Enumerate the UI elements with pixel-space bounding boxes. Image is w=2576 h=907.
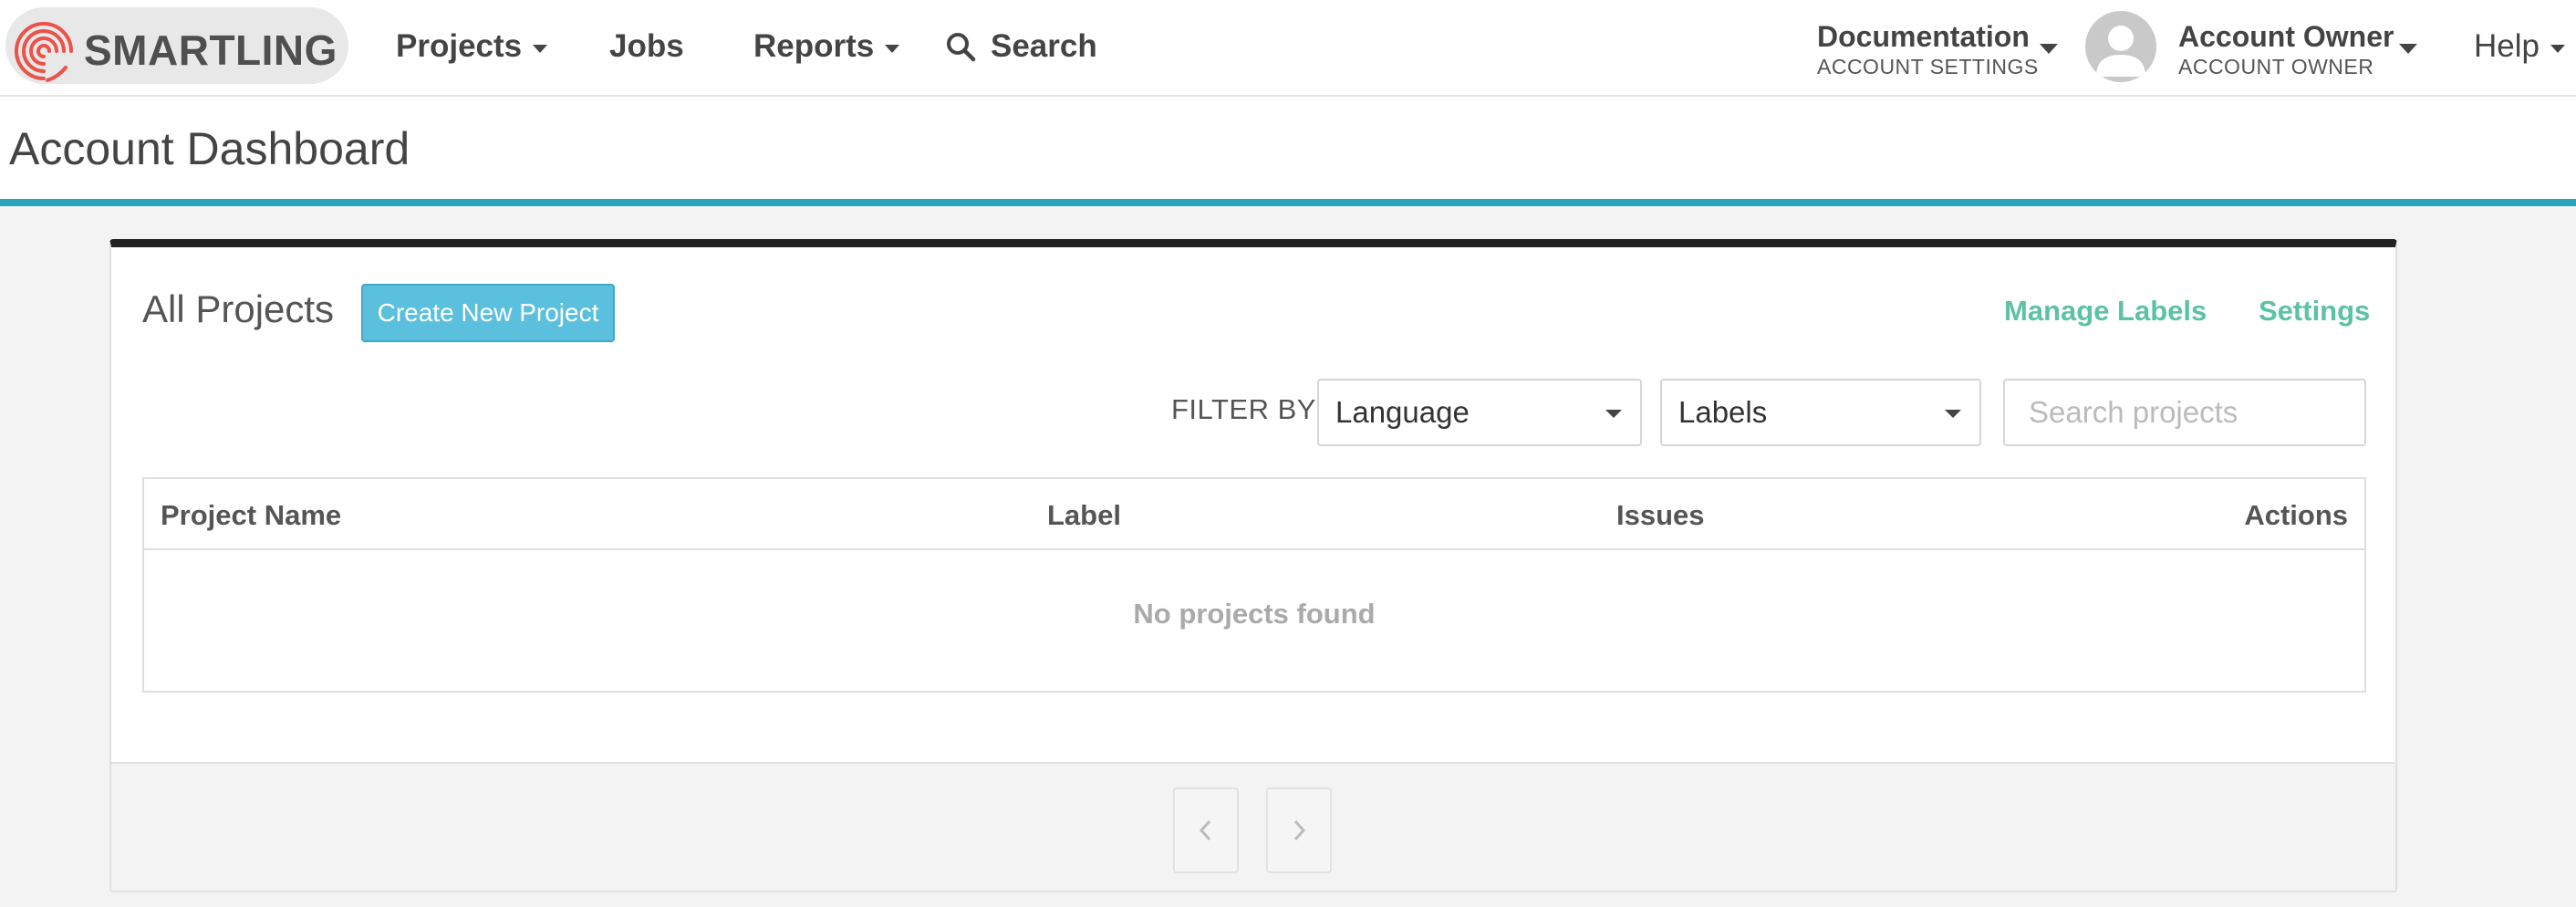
settings-link[interactable]: Settings [2259, 295, 2370, 328]
all-projects-card: All Projects Create New Project Manage L… [109, 239, 2397, 892]
search-projects-input[interactable] [2003, 379, 2366, 446]
smartling-logo-icon [15, 22, 73, 82]
nav-search[interactable]: Search [945, 26, 1097, 68]
pagination-bar [111, 762, 2395, 891]
smartling-logo[interactable]: SMARTLING [5, 7, 348, 84]
chevron-down-icon [1945, 410, 1961, 418]
search-icon [947, 33, 976, 62]
nav-projects[interactable]: Projects [396, 26, 548, 68]
chevron-down-icon [885, 44, 900, 53]
card-title: All Projects [142, 287, 335, 330]
filter-by-label: FILTER BY [1171, 393, 1316, 425]
account-settings-label: ACCOUNT SETTINGS [1817, 55, 2039, 78]
column-project-name[interactable]: Project Name [161, 499, 341, 532]
chevron-left-icon [1199, 819, 1211, 841]
next-page-button[interactable] [1266, 787, 1332, 873]
top-navbar: SMARTLING Projects Jobs Reports Search D… [0, 0, 2576, 97]
nav-help-label: Help [2474, 28, 2540, 64]
user-role: ACCOUNT OWNER [2178, 55, 2374, 78]
page-title: Account Dashboard [9, 123, 410, 174]
nav-jobs[interactable]: Jobs [609, 26, 684, 68]
projects-table: Project Name Label Issues Actions No pro… [142, 477, 2366, 693]
table-header: Project Name Label Issues Actions [144, 479, 2364, 550]
nav-reports-label: Reports [753, 28, 875, 64]
labels-select-value: Labels [1678, 395, 1768, 429]
chevron-down-icon [2550, 44, 2565, 53]
column-label[interactable]: Label [1047, 499, 1121, 532]
nav-reports[interactable]: Reports [753, 26, 900, 68]
nav-help[interactable]: Help [2474, 26, 2565, 68]
chevron-right-icon [1293, 819, 1306, 841]
account-name: Documentation [1817, 20, 2030, 53]
nav-jobs-label: Jobs [609, 28, 684, 64]
nav-search-label: Search [991, 28, 1097, 64]
nav-projects-label: Projects [396, 28, 523, 64]
create-new-project-button[interactable]: Create New Project [361, 284, 615, 342]
empty-state-message: No projects found [1133, 598, 1376, 630]
language-select-value: Language [1335, 395, 1470, 429]
brand-name: SMARTLING [84, 26, 338, 74]
labels-select[interactable]: Labels [1660, 379, 1981, 446]
language-select[interactable]: Language [1317, 379, 1642, 446]
chevron-down-icon [1605, 410, 1622, 418]
account-switcher[interactable]: Documentation ACCOUNT SETTINGS [1817, 18, 2039, 78]
chevron-down-icon [533, 44, 548, 53]
user-name: Account Owner [2178, 20, 2394, 53]
user-avatar-icon [2096, 26, 2145, 77]
account-switcher-chevron-down-icon[interactable] [2040, 44, 2058, 54]
user-avatar[interactable] [2085, 11, 2156, 82]
manage-labels-link[interactable]: Manage Labels [2004, 295, 2207, 328]
user-menu[interactable]: Account Owner ACCOUNT OWNER [2178, 18, 2394, 78]
user-menu-chevron-down-icon[interactable] [2399, 44, 2417, 54]
column-actions: Actions [2244, 499, 2348, 531]
column-issues[interactable]: Issues [1616, 499, 1705, 532]
page-header: Account Dashboard [0, 97, 2576, 206]
previous-page-button[interactable] [1173, 787, 1239, 873]
